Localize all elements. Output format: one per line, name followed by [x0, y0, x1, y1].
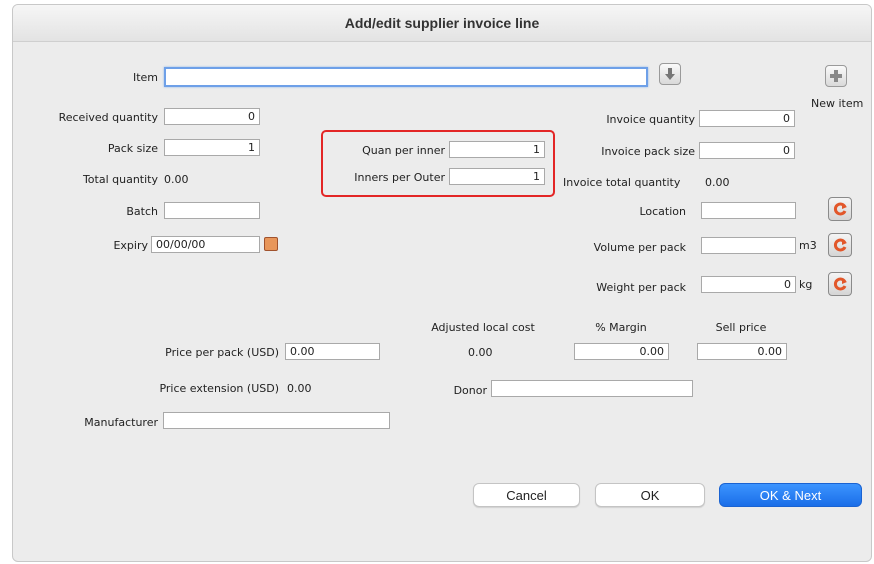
- title-bar: Add/edit supplier invoice line: [13, 5, 871, 42]
- price-extension-value: 0.00: [287, 382, 312, 395]
- total-quantity-value: 0.00: [164, 173, 189, 186]
- pack-size-field[interactable]: 1: [164, 139, 260, 156]
- cancel-button[interactable]: Cancel: [473, 483, 580, 507]
- margin-field[interactable]: 0.00: [574, 343, 669, 360]
- volume-per-pack-field[interactable]: [701, 237, 796, 254]
- inners-per-outer-label: Inners per Outer: [354, 171, 445, 184]
- location-field[interactable]: [701, 202, 796, 219]
- sell-price-label: Sell price: [715, 321, 767, 334]
- plus-icon: [830, 70, 842, 82]
- invoice-quantity-field[interactable]: 0: [699, 110, 795, 127]
- weight-unit: kg: [799, 278, 813, 291]
- dialog-window: Add/edit supplier invoice line Item New …: [12, 4, 872, 562]
- sell-price-field[interactable]: 0.00: [697, 343, 787, 360]
- item-lookup-button[interactable]: [659, 63, 681, 85]
- weight-per-pack-field[interactable]: 0: [701, 276, 796, 293]
- window-title: Add/edit supplier invoice line: [344, 15, 540, 31]
- quan-per-inner-field[interactable]: 1: [449, 141, 545, 158]
- invoice-total-quantity-label: Invoice total quantity: [563, 176, 681, 189]
- invoice-total-quantity-value: 0.00: [705, 176, 730, 189]
- batch-label: Batch: [126, 205, 158, 218]
- price-per-pack-field[interactable]: 0.00: [285, 343, 380, 360]
- price-extension-label: Price extension (USD): [159, 382, 279, 395]
- download-arrow-icon: [665, 68, 675, 80]
- invoice-pack-size-field[interactable]: 0: [699, 142, 795, 159]
- weight-per-pack-label: Weight per pack: [596, 281, 686, 294]
- ok-next-button[interactable]: OK & Next: [719, 483, 862, 507]
- total-quantity-label: Total quantity: [82, 173, 158, 186]
- weight-refresh-button[interactable]: [828, 272, 852, 296]
- volume-refresh-button[interactable]: [828, 233, 852, 257]
- location-label: Location: [639, 205, 686, 218]
- invoice-pack-size-label: Invoice pack size: [601, 145, 695, 158]
- location-refresh-button[interactable]: [828, 197, 852, 221]
- new-item-label: New item: [811, 97, 864, 110]
- refresh-icon: [834, 238, 847, 252]
- manufacturer-label: Manufacturer: [84, 416, 158, 429]
- margin-label: % Margin: [595, 321, 647, 334]
- batch-field[interactable]: [164, 202, 260, 219]
- manufacturer-field[interactable]: [163, 412, 390, 429]
- volume-unit: m3: [799, 239, 817, 252]
- item-input[interactable]: [164, 67, 648, 87]
- inners-per-outer-field[interactable]: 1: [449, 168, 545, 185]
- calendar-icon[interactable]: [264, 237, 278, 251]
- new-item-button[interactable]: [825, 65, 847, 87]
- adjusted-local-cost-value: 0.00: [468, 346, 493, 359]
- price-per-pack-label: Price per pack (USD): [165, 346, 279, 359]
- volume-per-pack-label: Volume per pack: [593, 241, 686, 254]
- adjusted-local-cost-label: Adjusted local cost: [431, 321, 535, 334]
- quan-per-inner-label: Quan per inner: [362, 144, 445, 157]
- invoice-quantity-label: Invoice quantity: [606, 113, 695, 126]
- expiry-field[interactable]: 00/00/00: [151, 236, 260, 253]
- received-quantity-field[interactable]: 0: [164, 108, 260, 125]
- donor-field[interactable]: [491, 380, 693, 397]
- received-quantity-label: Received quantity: [58, 111, 158, 124]
- expiry-label: Expiry: [113, 239, 148, 252]
- item-label: Item: [132, 71, 158, 84]
- refresh-icon: [834, 277, 847, 291]
- donor-label: Donor: [453, 384, 487, 397]
- ok-button[interactable]: OK: [595, 483, 705, 507]
- refresh-icon: [834, 202, 847, 216]
- pack-size-label: Pack size: [107, 142, 158, 155]
